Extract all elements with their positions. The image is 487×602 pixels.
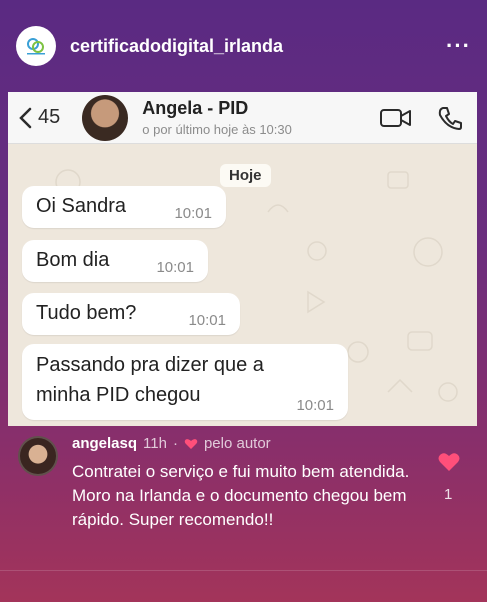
message-bubble[interactable]: Tudo bem? 10:01 xyxy=(22,293,240,335)
comment-age: 11h xyxy=(143,435,167,452)
back-button[interactable]: 45 xyxy=(18,106,60,129)
message-text: Tudo bem? xyxy=(36,302,137,324)
contact-avatar[interactable] xyxy=(82,94,129,141)
more-horizontal-icon[interactable]: ··· xyxy=(446,33,471,59)
comment-avatar[interactable] xyxy=(18,436,58,476)
message-bubble[interactable]: Passando pra dizer que a minha PID chego… xyxy=(22,344,348,420)
back-chevron-icon xyxy=(19,107,32,128)
message-time: 10:01 xyxy=(296,397,334,414)
contact-info[interactable]: Angela - PID o por último hoje às 10:30 xyxy=(142,98,379,137)
message-bubble[interactable]: Bom dia 10:01 xyxy=(22,240,208,282)
message-bubble[interactable]: Oi Sandra 10:01 xyxy=(22,186,226,228)
by-author-label: pelo autor xyxy=(203,435,271,452)
message-text: Oi Sandra xyxy=(36,195,127,217)
contact-status: o por último hoje às 10:30 xyxy=(142,122,292,137)
brand-logo-icon xyxy=(27,38,45,55)
post-username[interactable]: certificadodigital_irlanda xyxy=(70,36,446,57)
heart-small-icon xyxy=(184,438,198,449)
post-header: certificadodigital_irlanda ··· xyxy=(0,0,487,92)
heart-icon[interactable] xyxy=(438,452,460,472)
chat-header: 45 Angela - PID o por último hoje às 10:… xyxy=(8,92,477,144)
message-text: minha PID chegou xyxy=(36,384,201,406)
message-time: 10:01 xyxy=(188,312,226,329)
divider xyxy=(0,570,487,571)
message-text: Bom dia xyxy=(36,249,110,271)
video-call-icon[interactable] xyxy=(379,106,413,130)
message-text: Passando pra dizer que a xyxy=(36,354,264,376)
comment-username[interactable]: angelasq xyxy=(72,435,137,452)
phone-icon[interactable] xyxy=(437,105,463,131)
profile-avatar[interactable] xyxy=(16,26,56,66)
like-count: 1 xyxy=(444,486,453,503)
message-time: 10:01 xyxy=(156,259,194,276)
comment-separator: · xyxy=(172,435,178,452)
comment-meta: angelasq 11h · pelo autor xyxy=(72,435,271,452)
whatsapp-screenshot: 45 Angela - PID o por último hoje às 10:… xyxy=(8,92,477,426)
unread-count: 45 xyxy=(38,106,61,128)
message-time: 10:01 xyxy=(174,205,212,222)
comment-text: Contratei o serviço e fui muito bem aten… xyxy=(72,462,410,529)
contact-name: Angela - PID xyxy=(142,98,249,118)
date-separator: Hoje xyxy=(220,164,271,187)
